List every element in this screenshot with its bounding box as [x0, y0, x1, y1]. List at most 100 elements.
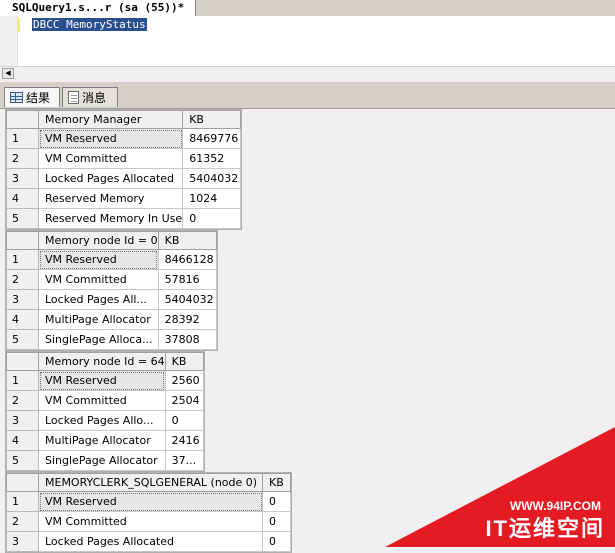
table-cell[interactable]: MultiPage Allocator: [38, 430, 166, 451]
table-row[interactable]: 2 VM Committed 0: [6, 511, 291, 532]
row-number[interactable]: 2: [6, 148, 39, 169]
horizontal-scrollbar[interactable]: ◀: [0, 66, 615, 81]
result-grid-memory-manager[interactable]: Memory Manager KB 1 VM Reserved 8469776 …: [5, 109, 243, 230]
table-cell[interactable]: 28392: [157, 309, 217, 330]
watermark-name: IT运维空间: [485, 516, 605, 541]
table-row[interactable]: 5 SinglePage Allocator 37...: [6, 450, 204, 471]
result-grid-memory-node-64[interactable]: Memory node Id = 64 KB 1 VM Reserved 256…: [5, 351, 205, 472]
table-row[interactable]: 3 Locked Pages Allocated 5404032: [6, 168, 242, 189]
table-cell[interactable]: Reserved Memory: [37, 188, 184, 209]
table-cell[interactable]: Locked Pages Allocated: [37, 168, 184, 189]
column-header[interactable]: Memory node Id = 0: [38, 231, 159, 250]
grid-corner[interactable]: [6, 231, 39, 250]
table-cell[interactable]: 0: [164, 410, 204, 431]
column-header[interactable]: Memory node Id = 64: [38, 352, 166, 371]
table-cell[interactable]: MultiPage Allocator: [38, 309, 159, 330]
table-cell[interactable]: 2416: [164, 430, 204, 451]
table-cell[interactable]: VM Reserved: [38, 249, 159, 270]
result-grid-memoryclerk-sqlgeneral[interactable]: MEMORYCLERK_SQLGENERAL (node 0) KB 1 VM …: [5, 472, 292, 553]
table-row[interactable]: 4 Reserved Memory 1024: [6, 188, 242, 209]
table-cell[interactable]: VM Committed: [38, 511, 263, 532]
column-header[interactable]: KB: [164, 352, 204, 371]
table-row[interactable]: 1 VM Reserved 8466128: [6, 249, 217, 270]
table-cell[interactable]: 8466128: [157, 249, 217, 270]
query-editor[interactable]: DBCC MemoryStatus: [0, 16, 615, 66]
table-cell[interactable]: VM Committed: [38, 390, 166, 411]
table-cell[interactable]: Locked Pages Allo...: [38, 410, 166, 431]
table-cell[interactable]: VM Committed: [37, 148, 184, 169]
row-number[interactable]: 5: [6, 450, 39, 471]
table-cell[interactable]: 1024: [182, 188, 242, 209]
grid-icon: [10, 92, 23, 103]
row-number[interactable]: 2: [6, 390, 39, 411]
table-row[interactable]: 2 VM Committed 61352: [6, 148, 242, 169]
row-number[interactable]: 5: [6, 329, 39, 350]
row-number[interactable]: 1: [6, 491, 39, 512]
scroll-left-icon[interactable]: ◀: [2, 68, 14, 79]
grid-corner[interactable]: [6, 473, 39, 492]
table-cell[interactable]: 0: [262, 491, 291, 512]
table-cell[interactable]: Reserved Memory In Use: [37, 208, 184, 229]
row-number[interactable]: 3: [6, 168, 39, 189]
row-number[interactable]: 1: [6, 249, 39, 270]
table-row[interactable]: 1 VM Reserved 2560: [6, 370, 204, 391]
row-number[interactable]: 1: [6, 128, 39, 149]
row-number[interactable]: 5: [6, 208, 39, 229]
table-cell[interactable]: 2504: [164, 390, 204, 411]
row-number[interactable]: 2: [6, 511, 39, 532]
grid-header-row: Memory Manager KB: [6, 110, 242, 129]
table-cell[interactable]: 8469776: [182, 128, 242, 149]
row-number[interactable]: 4: [6, 309, 39, 330]
grid-corner[interactable]: [6, 352, 39, 371]
column-header[interactable]: KB: [157, 231, 217, 250]
table-cell[interactable]: 0: [182, 208, 242, 229]
column-header[interactable]: KB: [262, 473, 291, 492]
table-cell[interactable]: 57816: [157, 269, 217, 290]
row-number[interactable]: 1: [6, 370, 39, 391]
table-cell[interactable]: VM Committed: [38, 269, 159, 290]
table-cell[interactable]: VM Reserved: [38, 370, 166, 391]
table-row[interactable]: 1 VM Reserved 0: [6, 491, 291, 512]
table-cell[interactable]: 5404032: [157, 289, 217, 310]
table-cell[interactable]: SinglePage Allocator: [38, 450, 166, 471]
table-cell[interactable]: 0: [262, 531, 291, 552]
query-tab[interactable]: SQLQuery1.s...r (sa (55))*: [0, 0, 196, 16]
row-number[interactable]: 3: [6, 531, 39, 552]
tab-messages[interactable]: 消息: [62, 87, 118, 107]
editor-code-selection[interactable]: DBCC MemoryStatus: [32, 18, 147, 31]
table-cell[interactable]: VM Reserved: [38, 491, 263, 512]
table-cell[interactable]: SinglePage Alloca...: [38, 329, 159, 350]
table-row[interactable]: 4 MultiPage Allocator 2416: [6, 430, 204, 451]
column-header[interactable]: KB: [182, 110, 242, 129]
result-tab-bar: 结果 消息: [0, 82, 615, 109]
change-indicator: [17, 18, 20, 32]
column-header[interactable]: MEMORYCLERK_SQLGENERAL (node 0): [38, 473, 263, 492]
table-row[interactable]: 4 MultiPage Allocator 28392: [6, 309, 217, 330]
table-cell[interactable]: 2560: [164, 370, 204, 391]
row-number[interactable]: 4: [6, 188, 39, 209]
table-row[interactable]: 2 VM Committed 57816: [6, 269, 217, 290]
table-cell[interactable]: 0: [262, 511, 291, 532]
table-row[interactable]: 2 VM Committed 2504: [6, 390, 204, 411]
row-number[interactable]: 3: [6, 289, 39, 310]
table-cell[interactable]: Locked Pages Allocated: [38, 531, 263, 552]
table-cell[interactable]: 61352: [182, 148, 242, 169]
table-row[interactable]: 5 Reserved Memory In Use 0: [6, 208, 242, 229]
row-number[interactable]: 2: [6, 269, 39, 290]
row-number[interactable]: 3: [6, 410, 39, 431]
table-cell[interactable]: 37...: [164, 450, 204, 471]
table-cell[interactable]: 5404032: [182, 168, 242, 189]
table-row[interactable]: 3 Locked Pages All... 5404032: [6, 289, 217, 310]
table-cell[interactable]: Locked Pages All...: [38, 289, 159, 310]
column-header[interactable]: Memory Manager: [37, 110, 184, 129]
table-cell[interactable]: 37808: [157, 329, 217, 350]
row-number[interactable]: 4: [6, 430, 39, 451]
table-row[interactable]: 3 Locked Pages Allocated 0: [6, 531, 291, 552]
tab-results[interactable]: 结果: [4, 87, 60, 107]
result-grid-memory-node-0[interactable]: Memory node Id = 0 KB 1 VM Reserved 8466…: [5, 230, 218, 351]
table-cell[interactable]: VM Reserved: [37, 128, 184, 149]
table-row[interactable]: 5 SinglePage Alloca... 37808: [6, 329, 217, 350]
table-row[interactable]: 1 VM Reserved 8469776: [6, 128, 242, 149]
grid-corner[interactable]: [6, 110, 39, 129]
table-row[interactable]: 3 Locked Pages Allo... 0: [6, 410, 204, 431]
